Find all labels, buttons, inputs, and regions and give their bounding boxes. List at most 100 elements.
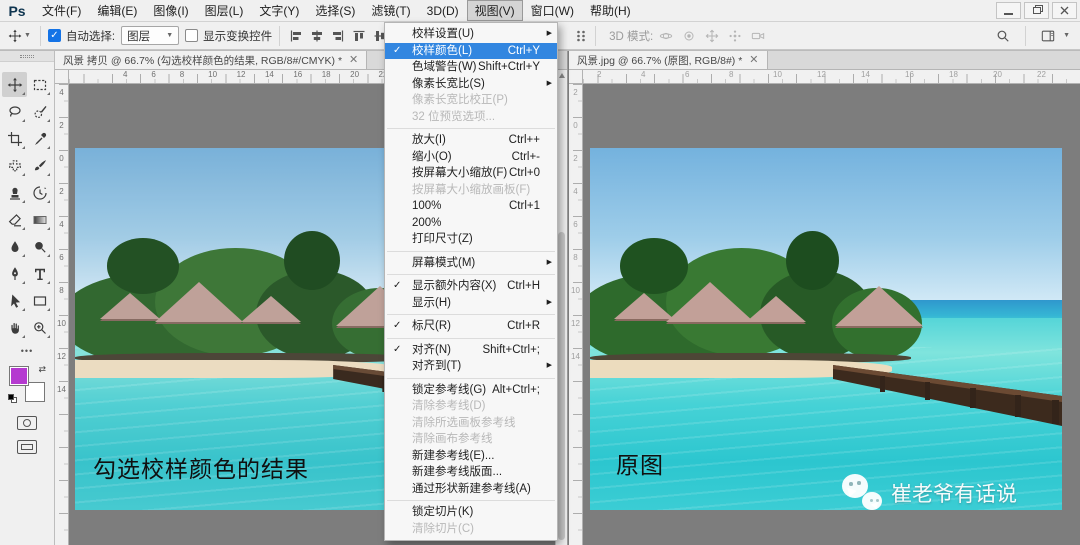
3d-camera-icon[interactable] (751, 29, 765, 43)
show-transform-checkbox[interactable] (185, 29, 198, 42)
align-top-icon[interactable] (352, 29, 366, 43)
menubar-item[interactable]: 图层(L) (197, 0, 252, 21)
history-brush-tool[interactable] (27, 180, 52, 205)
tool-preset-picker[interactable]: ▼ (6, 29, 33, 43)
path-selection-tool[interactable] (2, 288, 27, 313)
swap-colors-icon[interactable]: ⇄ (38, 364, 46, 375)
hand-tool[interactable] (2, 315, 27, 340)
menu-item[interactable]: ✓ 锁定参考线(G) Alt+Ctrl+; ▶ (385, 382, 557, 399)
menu-item[interactable]: ✓ 显示额外内容(X) Ctrl+H ▶ (385, 278, 557, 295)
menubar-item[interactable]: 窗口(W) (523, 0, 582, 21)
pen-tool[interactable] (2, 261, 27, 286)
menubar-item[interactable]: 编辑(E) (89, 0, 145, 21)
3d-roll-icon[interactable] (682, 29, 696, 43)
menu-item[interactable]: ✓ 缩小(O) Ctrl+- ▶ (385, 149, 557, 166)
auto-select-dropdown[interactable]: 图层 ▼ (121, 26, 179, 45)
menu-item[interactable]: ✓ 校样设置(U) ▶ (385, 26, 557, 43)
close-button[interactable] (1052, 2, 1077, 19)
document-tab[interactable]: 风景.jpg @ 66.7% (原图, RGB/8#) * ✕ (569, 51, 768, 69)
type-tool[interactable] (27, 261, 52, 286)
crop-tool[interactable] (2, 126, 27, 151)
distribute-icon[interactable] (574, 29, 588, 43)
align-center-icon[interactable] (310, 29, 324, 43)
menu-item[interactable]: ✓ 新建参考线(E)... ▶ (385, 448, 557, 465)
quick-selection-tool[interactable] (27, 99, 52, 124)
gradient-tool[interactable] (27, 207, 52, 232)
menubar-item[interactable]: 图像(I) (145, 0, 196, 21)
lasso-tool[interactable] (2, 99, 27, 124)
menu-item[interactable]: ✓ 200% ▶ (385, 215, 557, 232)
document-tab[interactable]: 风景 拷贝 @ 66.7% (勾选校样颜色的结果, RGB/8#/CMYK) *… (55, 51, 367, 69)
workspace-icon[interactable] (1041, 29, 1055, 43)
ruler-number: 0 (55, 154, 68, 187)
rectangle-shape-tool[interactable] (27, 288, 52, 313)
menu-item[interactable]: ✓ 对齐到(T) ▶ (385, 358, 557, 375)
menu-item[interactable]: ✓ 放大(I) Ctrl++ ▶ (385, 132, 557, 149)
ruler-corner[interactable] (569, 70, 583, 84)
horizontal-ruler[interactable]: 246810121416182022 (569, 70, 1080, 84)
zoom-tool[interactable] (27, 315, 52, 340)
menu-item[interactable]: ✓ 像素长宽比(S) ▶ (385, 76, 557, 93)
3d-slide-icon[interactable] (728, 29, 742, 43)
chevron-down-icon: ▼ (1063, 32, 1070, 39)
ruler-corner[interactable] (55, 70, 69, 84)
menu-item[interactable]: ✓ 打印尺寸(Z) ▶ (385, 231, 557, 248)
menu-item[interactable]: ✓ 通过形状新建参考线(A) ▶ (385, 481, 557, 498)
eyedropper-tool[interactable] (27, 126, 52, 151)
rectangular-marquee-tool[interactable] (27, 72, 52, 97)
eraser-tool[interactable] (2, 207, 27, 232)
ruler-number: 0 (569, 121, 582, 154)
tab-close-icon[interactable]: ✕ (749, 55, 758, 66)
clone-stamp-tool[interactable] (2, 180, 27, 205)
minimize-button[interactable] (996, 2, 1021, 19)
menu-item[interactable]: ✓ 标尺(R) Ctrl+R ▶ (385, 318, 557, 335)
submenu-arrow-icon: ▶ (547, 255, 552, 272)
menu-item[interactable]: ✓ 校样颜色(L) Ctrl+Y ▶ (385, 43, 557, 60)
move-tool[interactable] (2, 72, 27, 97)
3d-pan-icon[interactable] (705, 29, 719, 43)
menu-item-label: 显示额外内容(X) (412, 278, 496, 295)
quick-mask-button[interactable] (17, 416, 37, 430)
dodge-tool[interactable] (27, 234, 52, 259)
menubar-item[interactable]: 视图(V) (467, 0, 523, 21)
menubar-item[interactable]: 选择(S) (307, 0, 363, 21)
chevron-down-icon: ▼ (166, 32, 173, 39)
gradient-icon (32, 212, 48, 228)
scroll-up-arrow-icon[interactable] (559, 73, 565, 78)
stamp-icon (7, 185, 23, 201)
ruler-number: 14 (263, 70, 291, 83)
tools-panel-header[interactable] (0, 51, 54, 62)
spot-healing-brush-tool[interactable] (2, 153, 27, 178)
3d-orbit-icon[interactable] (659, 29, 673, 43)
menu-item[interactable]: ✓ 屏幕模式(M) ▶ (385, 255, 557, 272)
auto-select-checkbox[interactable]: ✓ (48, 29, 61, 42)
menubar-item[interactable]: 帮助(H) (582, 0, 639, 21)
blur-tool[interactable] (2, 234, 27, 259)
tab-close-icon[interactable]: ✕ (349, 55, 358, 66)
menu-item[interactable]: ✓ 新建参考线版面... ▶ (385, 464, 557, 481)
align-left-icon[interactable] (289, 29, 303, 43)
menu-item[interactable]: ✓ 显示(H) ▶ (385, 295, 557, 312)
menubar-item[interactable]: 3D(D) (419, 0, 467, 21)
menu-item[interactable]: ✓ 色域警告(W) Shift+Ctrl+Y ▶ (385, 59, 557, 76)
menubar-item[interactable]: 文字(Y) (251, 0, 307, 21)
menubar-item[interactable]: 文件(F) (34, 0, 89, 21)
vertical-ruler[interactable]: 202468101214 (569, 84, 583, 545)
search-icon[interactable] (996, 29, 1010, 43)
restore-button[interactable] (1024, 2, 1049, 19)
menu-item[interactable]: ✓ 锁定切片(K) ▶ (385, 504, 557, 521)
menubar-item[interactable]: 滤镜(T) (363, 0, 418, 21)
history-brush-icon (32, 185, 48, 201)
align-right-icon[interactable] (331, 29, 345, 43)
scrollbar-thumb[interactable] (558, 232, 565, 540)
document-image[interactable]: 原图 (590, 148, 1062, 510)
menu-item[interactable]: ✓ 按屏幕大小缩放(F) Ctrl+0 ▶ (385, 165, 557, 182)
foreground-color-swatch[interactable] (9, 366, 29, 386)
menu-item[interactable]: ✓ 100% Ctrl+1 ▶ (385, 198, 557, 215)
screen-mode-button[interactable] (17, 440, 37, 454)
brush-tool[interactable] (27, 153, 52, 178)
vertical-ruler[interactable]: 4202468101214 (55, 84, 69, 545)
menu-item[interactable]: ✓ 对齐(N) Shift+Ctrl+; ▶ (385, 342, 557, 359)
default-colors-icon[interactable] (8, 394, 17, 403)
edit-toolbar-icon[interactable]: ••• (0, 346, 54, 356)
